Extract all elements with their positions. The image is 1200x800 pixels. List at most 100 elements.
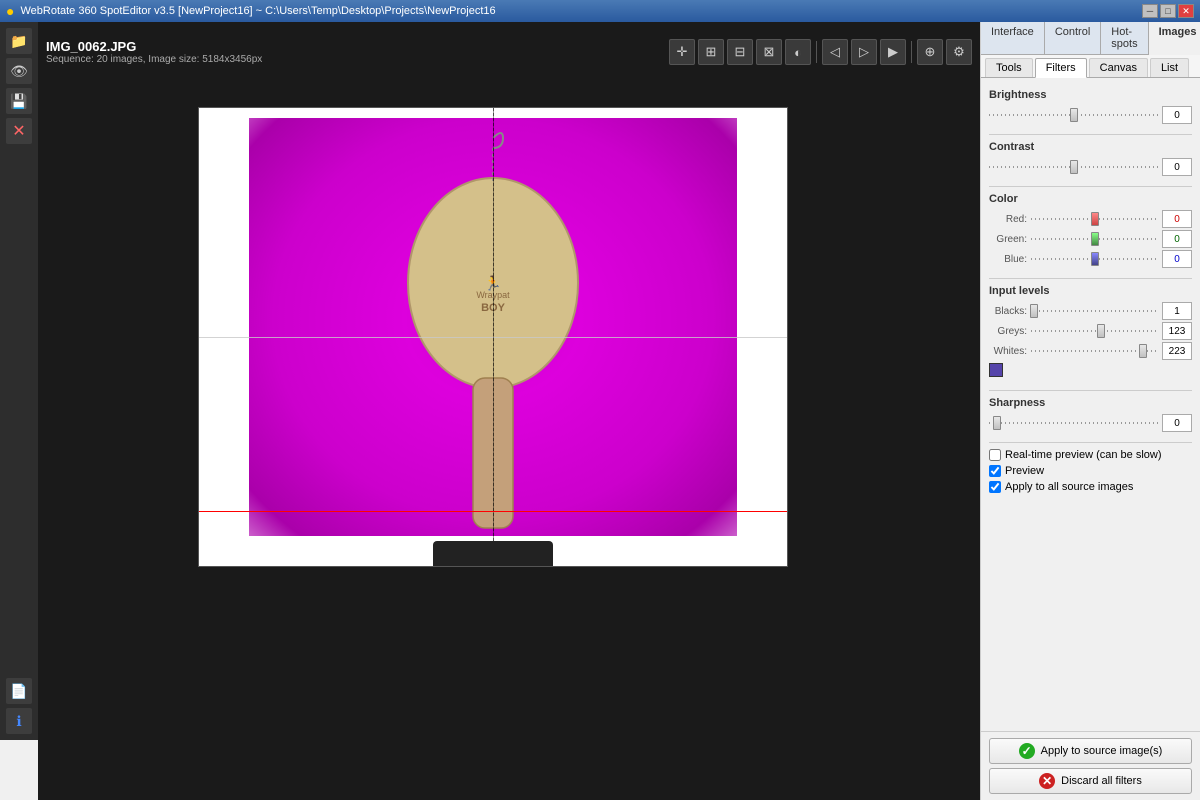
greys-label: Greys: (989, 326, 1027, 337)
sharpness-value[interactable]: 0 (1162, 414, 1192, 432)
vertical-guide (493, 108, 494, 566)
contrast-value[interactable]: 0 (1162, 158, 1192, 176)
blue-label: Blue: (989, 254, 1027, 265)
discard-icon: ✕ (1039, 773, 1055, 789)
apply-icon: ✓ (1019, 743, 1035, 759)
sidebar-icon-save[interactable]: 💾 (6, 88, 32, 114)
sharpness-thumb[interactable] (993, 416, 1001, 430)
base-element (433, 541, 553, 566)
red-slider[interactable] (1031, 211, 1158, 227)
greys-value[interactable]: 123 (1162, 322, 1192, 340)
tab-images[interactable]: Images (1149, 22, 1200, 55)
app-logo: ● (6, 3, 14, 19)
contrast-section: Contrast 0 (989, 141, 1192, 176)
sidebar-icon-view[interactable]: 👁 (6, 58, 32, 84)
contrast-slider[interactable] (989, 159, 1158, 175)
toolbar-grid-btn[interactable]: ⊞ (698, 39, 724, 65)
toolbar-split-btn[interactable]: ◐ (785, 39, 811, 65)
red-thumb[interactable] (1091, 212, 1099, 226)
sharpness-label: Sharpness (989, 397, 1192, 409)
blue-row: Blue: 0 (989, 250, 1192, 268)
preview-label: Preview (1005, 465, 1044, 477)
apply-all-label: Apply to all source images (1005, 481, 1133, 493)
sub-tabs: Tools Filters Canvas List (981, 55, 1200, 78)
blacks-slider[interactable] (1031, 303, 1158, 319)
green-value[interactable]: 0 (1162, 230, 1192, 248)
apply-all-row: Apply to all source images (989, 481, 1192, 493)
sharpness-slider[interactable] (989, 415, 1158, 431)
blue-thumb[interactable] (1091, 252, 1099, 266)
divider-3 (989, 278, 1192, 279)
greys-slider[interactable] (1031, 323, 1158, 339)
close-button[interactable]: ✕ (1178, 4, 1194, 18)
input-levels-section: Input levels Blacks: 1 Greys: (989, 285, 1192, 380)
apply-all-checkbox[interactable] (989, 481, 1001, 493)
red-row: Red: 0 (989, 210, 1192, 228)
preview-checkbox[interactable] (989, 465, 1001, 477)
whites-slider[interactable] (1031, 343, 1158, 359)
realtime-checkbox[interactable] (989, 449, 1001, 461)
brightness-thumb[interactable] (1070, 108, 1078, 122)
toolbar-crop-btn[interactable]: ⊠ (756, 39, 782, 65)
sharpness-track (989, 422, 1158, 424)
brightness-value[interactable]: 0 (1162, 106, 1192, 124)
app: 📁 👁 💾 ✕ 📄 ℹ IMG_0062.JPG Sequence: 20 im… (0, 22, 1200, 800)
green-slider[interactable] (1031, 231, 1158, 247)
subtab-tools[interactable]: Tools (985, 58, 1033, 77)
contrast-thumb[interactable] (1070, 160, 1078, 174)
sidebar-icon-pdf[interactable]: 📄 (6, 678, 32, 704)
sidebar-icon-open[interactable]: 📁 (6, 28, 32, 54)
titlebar: ● WebRotate 360 SpotEditor v3.5 [NewProj… (0, 0, 1200, 22)
color-swatch-row (989, 363, 1192, 380)
sharpness-row: 0 (989, 414, 1192, 432)
sidebar-icon-close[interactable]: ✕ (6, 118, 32, 144)
toolbar-next-btn[interactable]: ▶ (880, 39, 906, 65)
color-section: Color Red: 0 Green: (989, 193, 1192, 268)
subtab-filters[interactable]: Filters (1035, 58, 1087, 78)
toolbar-play-btn[interactable]: ▷ (851, 39, 877, 65)
apply-label: Apply to source image(s) (1041, 745, 1163, 757)
minimize-button[interactable]: ─ (1142, 4, 1158, 18)
color-label: Color (989, 193, 1192, 205)
titlebar-title: WebRotate 360 SpotEditor v3.5 [NewProjec… (20, 5, 495, 17)
realtime-row: Real-time preview (can be slow) (989, 449, 1192, 461)
contrast-row: 0 (989, 158, 1192, 176)
blacks-thumb[interactable] (1030, 304, 1038, 318)
red-value[interactable]: 0 (1162, 210, 1192, 228)
brightness-row: 0 (989, 106, 1192, 124)
canvas-toolbar: IMG_0062.JPG Sequence: 20 images, Image … (38, 22, 980, 82)
subtab-canvas[interactable]: Canvas (1089, 58, 1148, 77)
brightness-slider[interactable] (989, 107, 1158, 123)
tab-interface[interactable]: Interface (981, 22, 1045, 54)
realtime-label: Real-time preview (can be slow) (1005, 449, 1162, 461)
divider-5 (989, 442, 1192, 443)
toolbar-prev-btn[interactable]: ◁ (822, 39, 848, 65)
maximize-button[interactable]: □ (1160, 4, 1176, 18)
file-sequence: Sequence: 20 images, Image size: 5184x34… (46, 54, 262, 65)
toolbar-settings-btn[interactable]: ⚙ (946, 39, 972, 65)
apply-button[interactable]: ✓ Apply to source image(s) (989, 738, 1192, 764)
green-thumb[interactable] (1091, 232, 1099, 246)
red-label: Red: (989, 214, 1027, 225)
input-color-swatch[interactable] (989, 363, 1003, 377)
discard-button[interactable]: ✕ Discard all filters (989, 768, 1192, 794)
toolbar-move-btn[interactable]: ✛ (669, 39, 695, 65)
toolbar-add-btn[interactable]: ⊕ (917, 39, 943, 65)
whites-value[interactable]: 223 (1162, 342, 1192, 360)
whites-thumb[interactable] (1139, 344, 1147, 358)
toolbar-frame-btn[interactable]: ⊟ (727, 39, 753, 65)
greys-thumb[interactable] (1097, 324, 1105, 338)
blue-value[interactable]: 0 (1162, 250, 1192, 268)
brightness-label: Brightness (989, 89, 1192, 101)
divider-1 (989, 134, 1192, 135)
left-sidebar: 📁 👁 💾 ✕ 📄 ℹ (0, 22, 38, 740)
subtab-list[interactable]: List (1150, 58, 1189, 77)
tab-control[interactable]: Control (1045, 22, 1101, 54)
sidebar-icon-info[interactable]: ℹ (6, 708, 32, 734)
blacks-value[interactable]: 1 (1162, 302, 1192, 320)
greys-row: Greys: 123 (989, 322, 1192, 340)
greys-track (1031, 330, 1158, 332)
blue-slider[interactable] (1031, 251, 1158, 267)
tab-hotspots[interactable]: Hot-spots (1101, 22, 1148, 54)
sharpness-section: Sharpness 0 (989, 397, 1192, 432)
